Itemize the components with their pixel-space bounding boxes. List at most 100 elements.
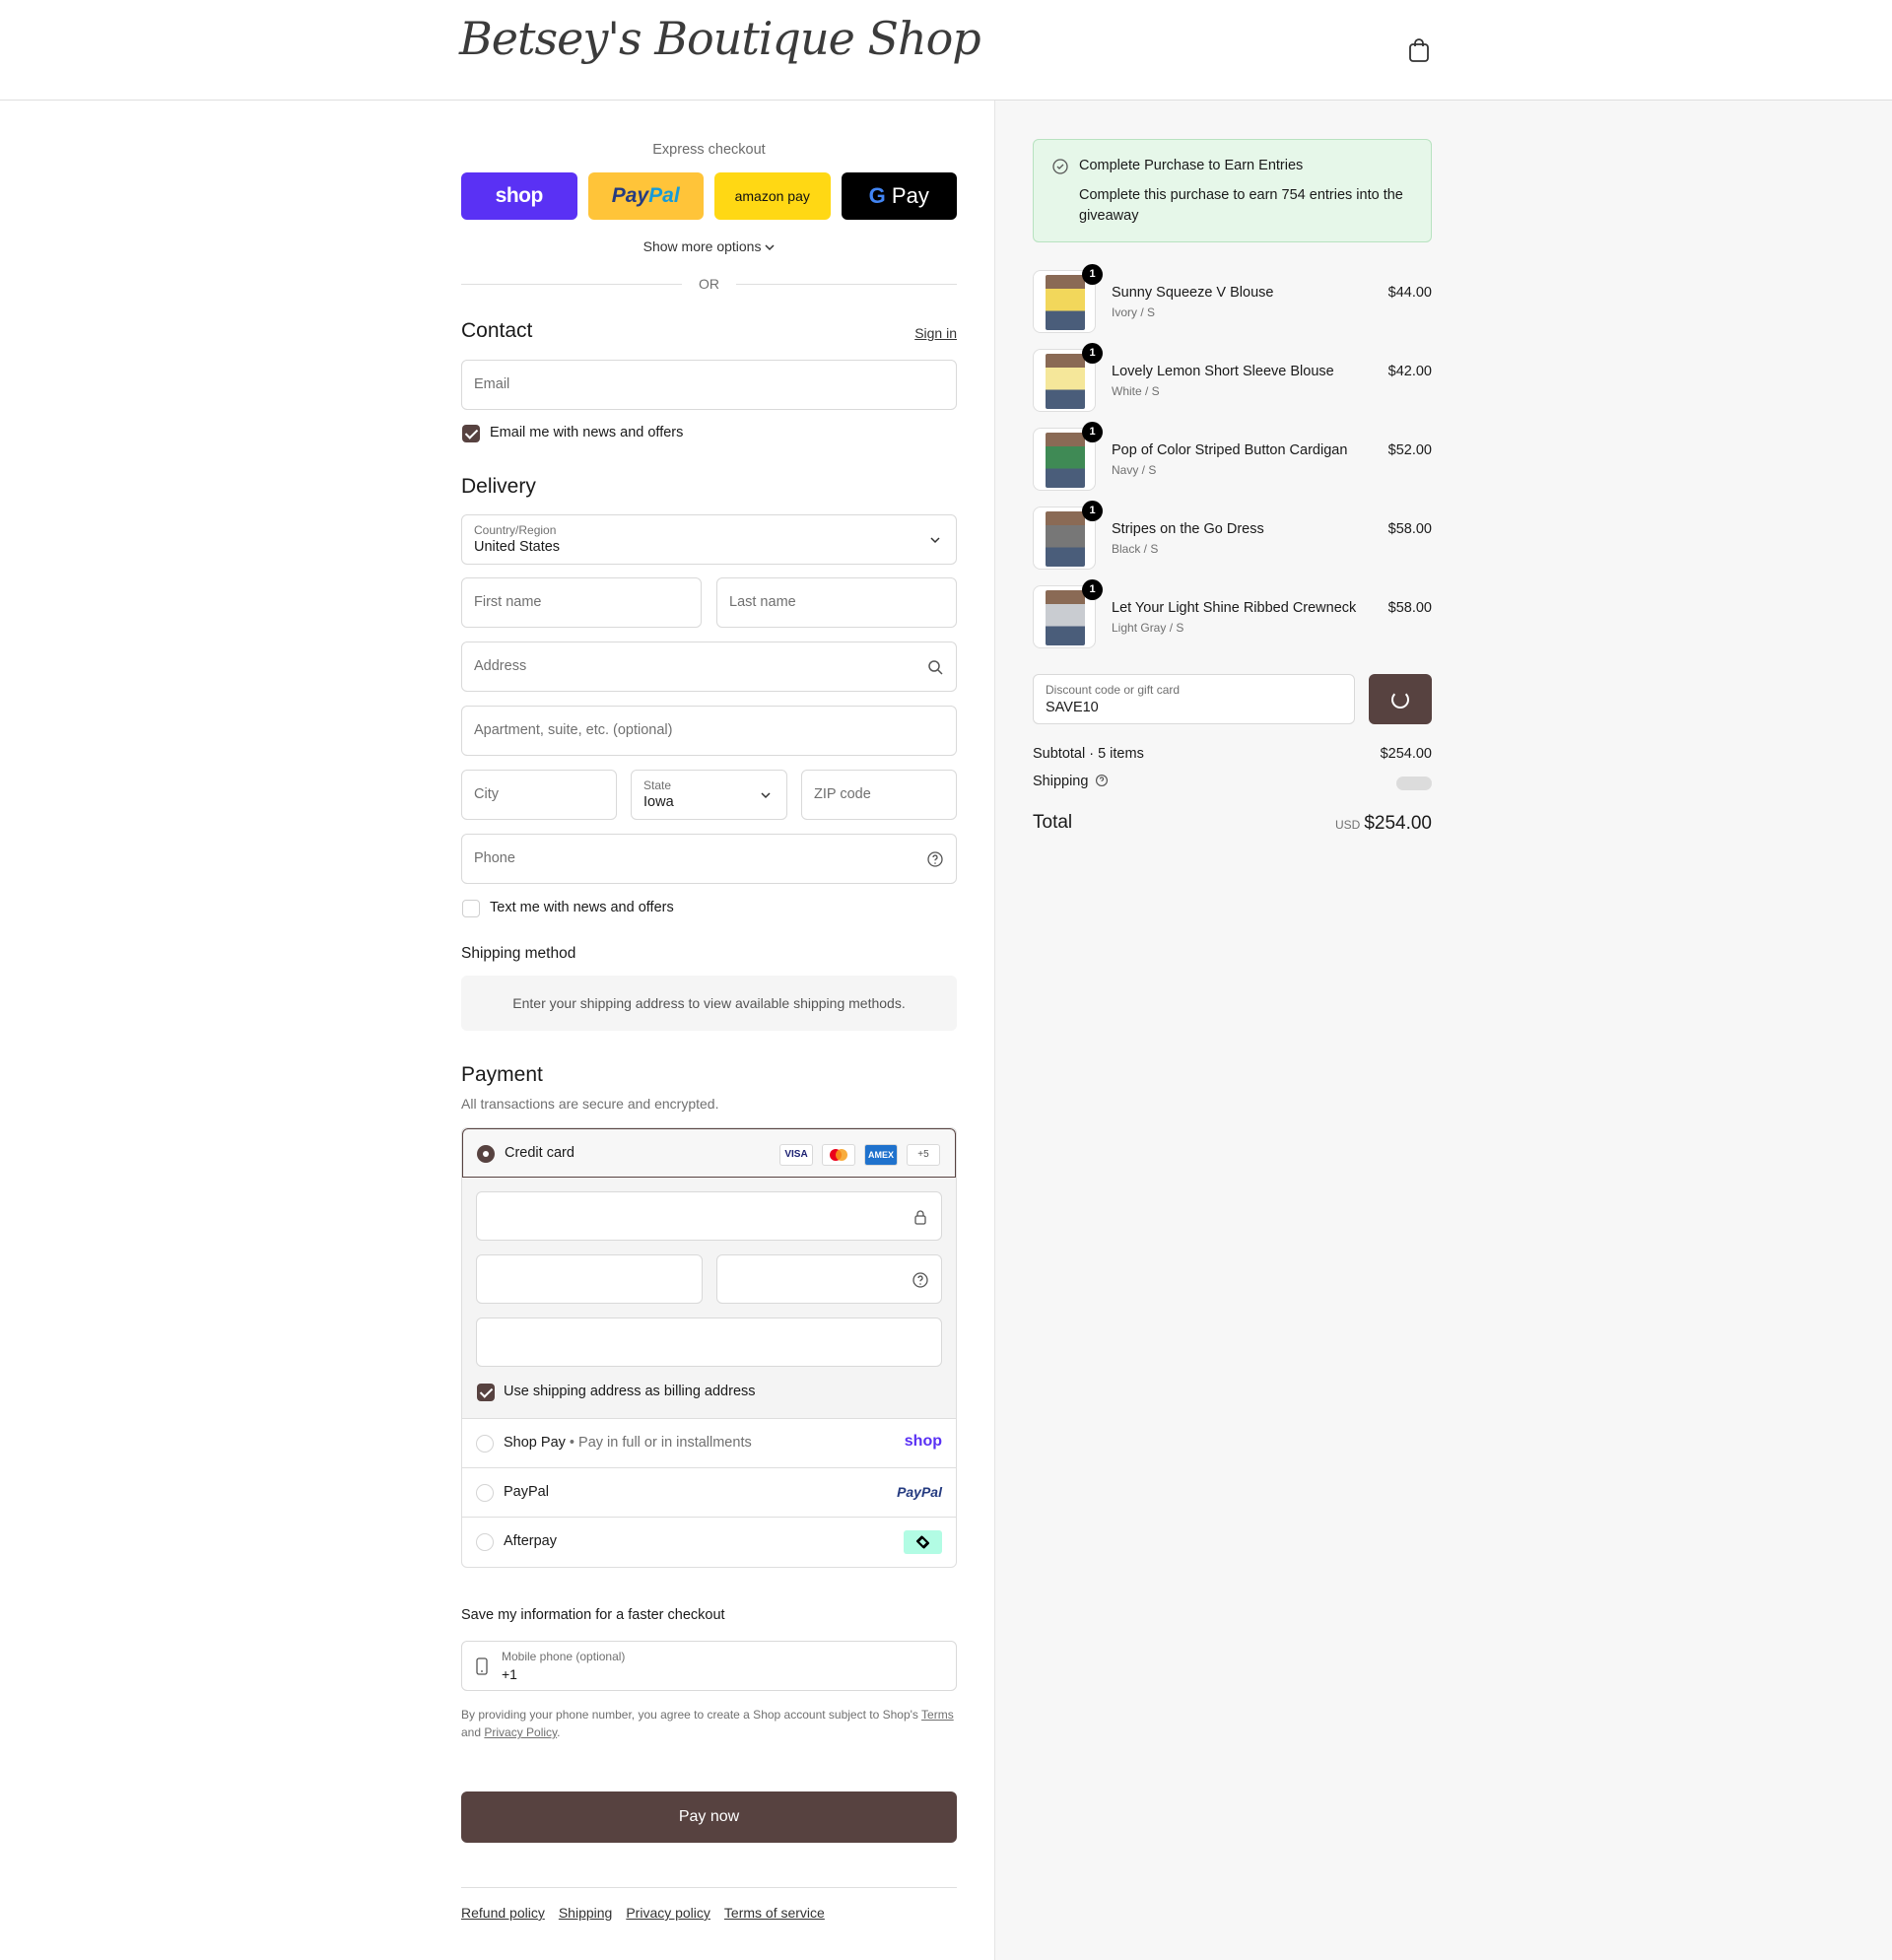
shop-pay-label: Shop Pay • Pay in full or in installment…: [504, 1435, 752, 1451]
currency-code: USD: [1334, 818, 1361, 832]
credit-card-radio[interactable]: [477, 1145, 495, 1163]
product-name: Sunny Squeeze V Blouse: [1112, 285, 1274, 301]
last-name-field[interactable]: Last name: [716, 577, 957, 628]
product-price: $58.00: [1387, 600, 1432, 616]
email-news-checkbox[interactable]: [462, 425, 480, 442]
address-field[interactable]: Address: [461, 642, 957, 692]
product-variant: Black / S: [1112, 542, 1159, 556]
refund-policy-link[interactable]: Refund policy: [461, 1905, 545, 1921]
quantity-badge: 1: [1082, 343, 1103, 364]
quantity-badge: 1: [1082, 579, 1103, 600]
product-price: $44.00: [1387, 285, 1432, 301]
paypal-radio[interactable]: [476, 1484, 494, 1502]
express-checkout-buttons: shop Pay Pal amazon pay G Pay: [461, 172, 957, 220]
contact-title: Contact: [461, 319, 533, 342]
footer-links: Refund policy Shipping Privacy policy Te…: [461, 1905, 825, 1921]
express-checkout-title: Express checkout: [652, 142, 766, 158]
product-price: $52.00: [1387, 442, 1432, 458]
cart-item: 1 Let Your Light Shine Ribbed Crewneck Lig…: [1033, 579, 1432, 650]
name-on-card-field[interactable]: [476, 1318, 942, 1367]
help-circle-icon[interactable]: [912, 1271, 929, 1289]
shop-privacy-link[interactable]: Privacy Policy: [484, 1725, 557, 1739]
page-header: Betsey's Boutique Shop: [0, 0, 1892, 101]
earn-entries-banner: Complete Purchase to Earn Entries Comple…: [1033, 139, 1432, 242]
product-variant: Light Gray / S: [1112, 621, 1184, 635]
shipping-method-message: Enter your shipping address to view avai…: [461, 976, 957, 1031]
subtotal-value: $254.00: [1380, 746, 1432, 762]
total-label: Total: [1033, 812, 1073, 833]
shop-terms-link[interactable]: Terms: [921, 1708, 954, 1722]
payment-methods: Credit card VISA AMEX +5 Use shipping ad…: [461, 1127, 957, 1568]
shipping-method-title: Shipping method: [461, 945, 576, 962]
afterpay-logo-icon: [904, 1530, 942, 1554]
product-variant: White / S: [1112, 384, 1160, 398]
cart-item: 1 Sunny Squeeze V Blouse Ivory / S $44.00: [1033, 264, 1432, 335]
save-info-title: Save my information for a faster checkou…: [461, 1607, 725, 1623]
google-pay-express-button[interactable]: G Pay: [841, 172, 957, 220]
expiration-date-field[interactable]: [476, 1254, 703, 1304]
payment-option-shop-pay[interactable]: Shop Pay • Pay in full or in installment…: [462, 1419, 956, 1468]
amazon-pay-express-button[interactable]: amazon pay: [714, 172, 831, 220]
quantity-badge: 1: [1082, 501, 1103, 521]
afterpay-radio[interactable]: [476, 1533, 494, 1551]
credit-card-form: Use shipping address as billing address: [462, 1178, 956, 1419]
product-name: Lovely Lemon Short Sleeve Blouse: [1112, 364, 1334, 379]
pay-now-button[interactable]: Pay now: [461, 1791, 957, 1843]
payment-option-afterpay[interactable]: Afterpay: [462, 1518, 956, 1567]
first-name-field[interactable]: First name: [461, 577, 702, 628]
shipping-row: Shipping: [1033, 774, 1432, 790]
subtotal-row: Subtotal · 5 items $254.00: [1033, 746, 1432, 762]
or-divider: OR: [461, 276, 957, 292]
show-more-options-button[interactable]: Show more options: [461, 238, 957, 254]
city-field[interactable]: City: [461, 770, 617, 820]
shop-pay-radio[interactable]: [476, 1435, 494, 1453]
total-value: $254.00: [1364, 813, 1432, 834]
shipping-label: Shipping: [1033, 774, 1089, 789]
shopping-bag-icon[interactable]: [1407, 37, 1431, 63]
privacy-policy-link[interactable]: Privacy policy: [626, 1905, 710, 1921]
apartment-field[interactable]: Apartment, suite, etc. (optional): [461, 706, 957, 756]
credit-card-label: Credit card: [505, 1145, 574, 1161]
payment-option-paypal[interactable]: PayPal PayPal: [462, 1468, 956, 1518]
payment-option-credit-card[interactable]: Credit card VISA AMEX +5: [462, 1128, 956, 1178]
zip-code-field[interactable]: ZIP code: [801, 770, 957, 820]
help-circle-icon[interactable]: [1095, 774, 1109, 787]
state-select[interactable]: State Iowa: [631, 770, 787, 820]
billing-address-label: Use shipping address as billing address: [504, 1384, 756, 1399]
billing-address-checkbox[interactable]: [477, 1384, 495, 1401]
paypal-label: PayPal: [504, 1484, 549, 1500]
help-circle-icon[interactable]: [926, 850, 944, 868]
payment-title: Payment: [461, 1063, 543, 1086]
discount-code-field[interactable]: Discount code or gift card SAVE10: [1033, 674, 1355, 724]
product-name: Stripes on the Go Dress: [1112, 521, 1264, 537]
amex-icon: AMEX: [864, 1144, 898, 1166]
sign-in-link[interactable]: Sign in: [914, 325, 957, 341]
store-logo[interactable]: Betsey's Boutique Shop: [459, 12, 981, 65]
mastercard-icon: [822, 1144, 855, 1166]
shipping-loading-placeholder: [1396, 777, 1432, 790]
mobile-phone-field[interactable]: Mobile phone (optional) +1: [461, 1641, 957, 1691]
payment-subtitle: All transactions are secure and encrypte…: [461, 1096, 719, 1112]
text-news-label: Text me with news and offers: [490, 900, 674, 915]
more-cards-badge: +5: [907, 1144, 940, 1166]
shop-pay-express-button[interactable]: shop: [461, 172, 577, 220]
loading-spinner-icon: [1391, 691, 1409, 709]
shop-pay-logo: shop: [904, 1433, 942, 1450]
entries-title: Complete Purchase to Earn Entries: [1079, 158, 1304, 173]
card-number-field[interactable]: [476, 1191, 942, 1241]
lock-icon: [914, 1210, 926, 1225]
quantity-badge: 1: [1082, 422, 1103, 442]
shipping-policy-link[interactable]: Shipping: [559, 1905, 613, 1921]
country-select[interactable]: Country/Region United States: [461, 514, 957, 565]
entries-body: Complete this purchase to earn 754 entri…: [1079, 187, 1403, 224]
security-code-field[interactable]: [716, 1254, 942, 1304]
paypal-express-button[interactable]: Pay Pal: [587, 172, 704, 220]
text-news-checkbox[interactable]: [462, 900, 480, 917]
phone-field[interactable]: Phone: [461, 834, 957, 884]
email-field[interactable]: Email: [461, 360, 957, 410]
chevron-down-icon: [761, 792, 771, 799]
quantity-badge: 1: [1082, 264, 1103, 285]
apply-discount-button[interactable]: [1369, 674, 1432, 724]
cart-item: 1 Pop of Color Striped Button Cardigan Nav…: [1033, 422, 1432, 493]
terms-of-service-link[interactable]: Terms of service: [724, 1905, 825, 1921]
